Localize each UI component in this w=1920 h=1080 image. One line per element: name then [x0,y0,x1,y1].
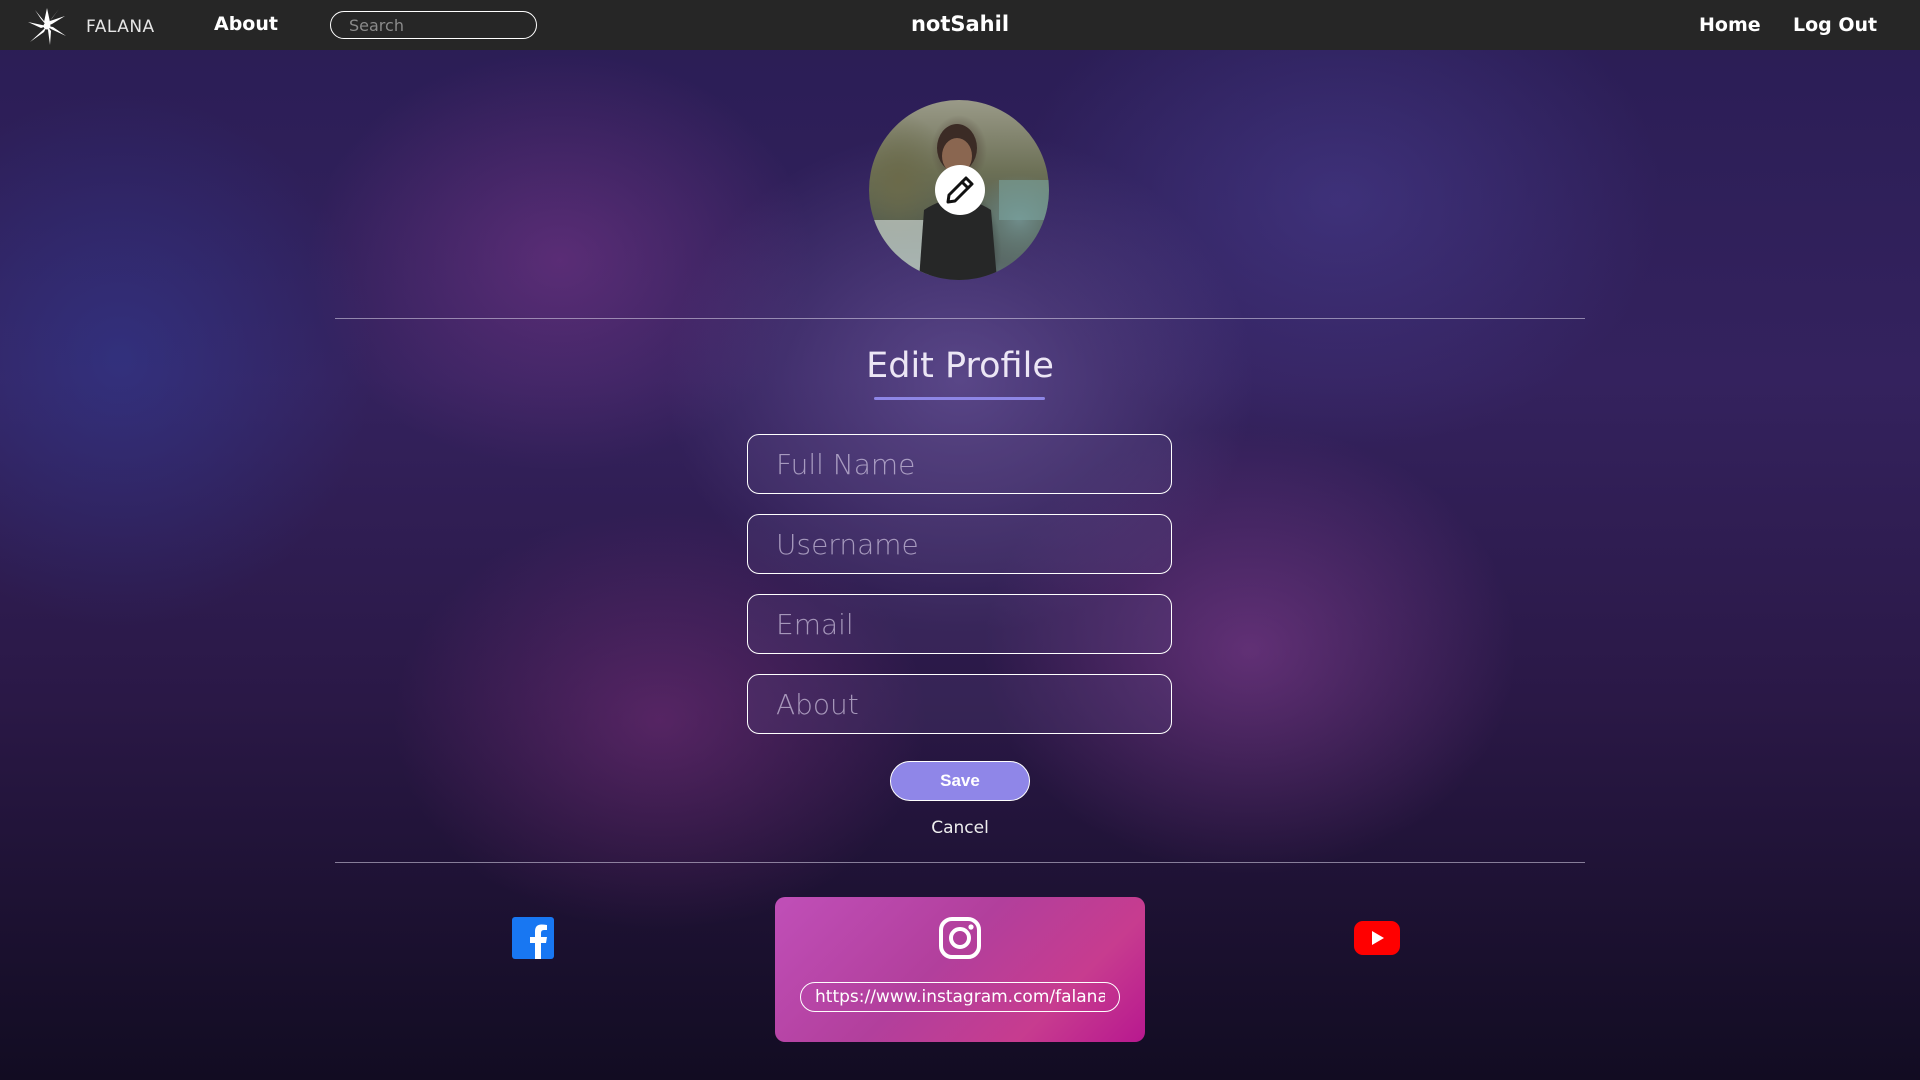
nav-home-link[interactable]: Home [1699,14,1761,36]
nav-logout-link[interactable]: Log Out [1793,14,1877,36]
starburst-logo-icon[interactable] [26,6,68,46]
nav-about-link[interactable]: About [214,13,278,35]
instagram-url-input[interactable] [800,982,1120,1012]
brand-name[interactable]: FALANA [86,17,155,37]
about-field[interactable] [747,674,1172,734]
bottom-divider [335,862,1585,863]
title-underline [874,397,1045,400]
facebook-icon[interactable] [512,917,554,959]
avatar-edit-button[interactable] [935,165,985,215]
full-name-field[interactable] [747,434,1172,494]
username-field[interactable] [747,514,1172,574]
top-navbar: FALANA About notSahil Home Log Out [0,0,1920,50]
nav-username: notSahil [910,12,1010,36]
cancel-link[interactable]: Cancel [931,818,989,838]
instagram-icon[interactable] [938,916,982,960]
pencil-icon [946,176,974,204]
page-title: Edit Profile [866,346,1054,386]
save-button[interactable]: Save [890,761,1030,801]
email-field[interactable] [747,594,1172,654]
search-input[interactable] [330,11,537,39]
youtube-icon[interactable] [1354,921,1400,955]
cancel-row: Cancel [0,818,1920,838]
top-divider [335,318,1585,319]
